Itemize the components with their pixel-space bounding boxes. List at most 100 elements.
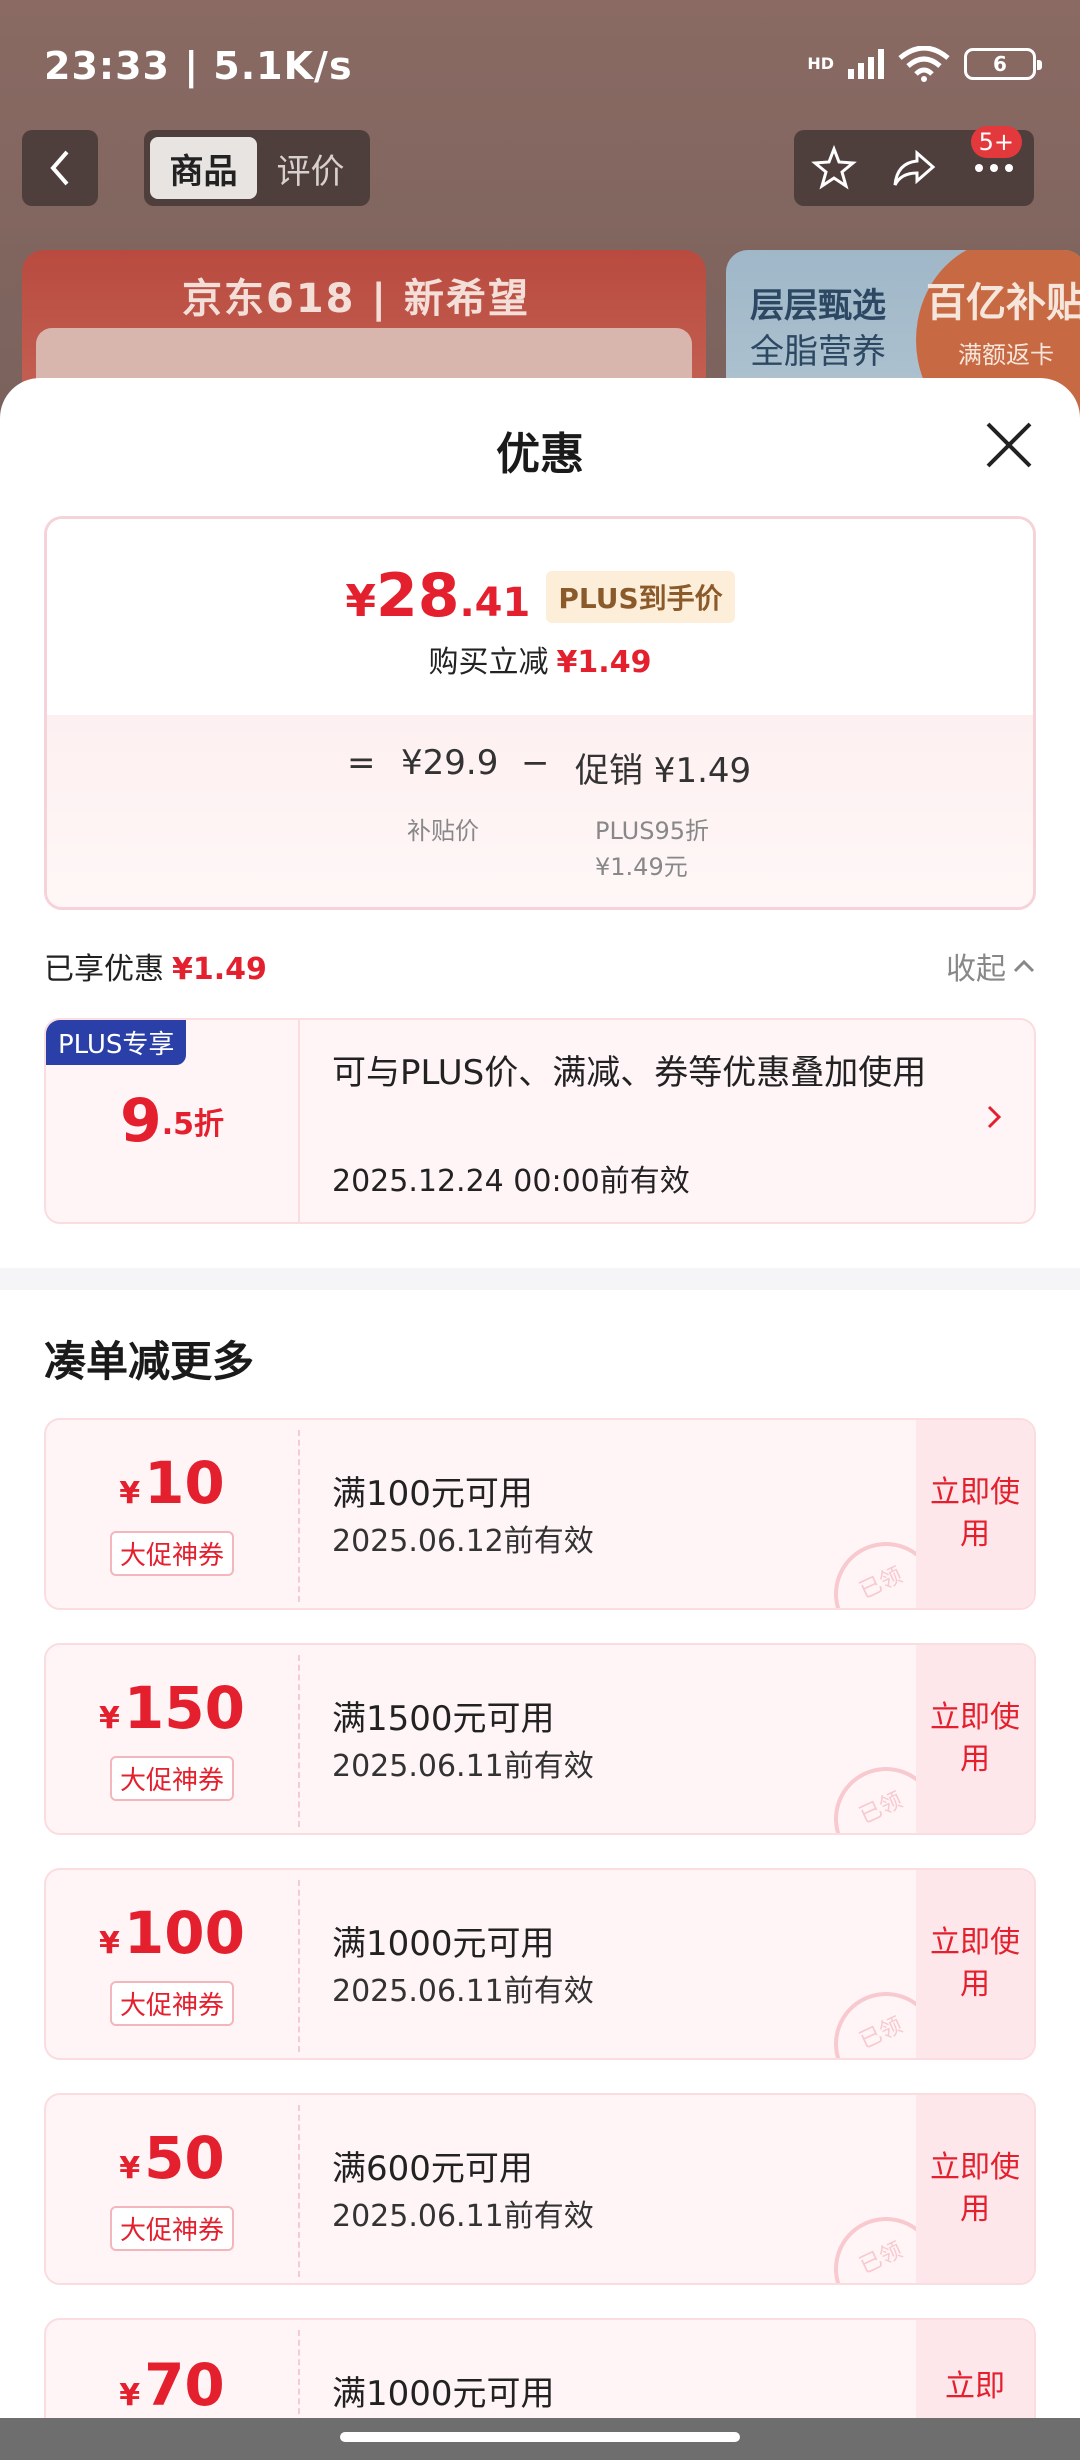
coupon-validity: 2025.06.11前有效: [332, 2199, 594, 2234]
coupon-condition: 满100元可用: [332, 1474, 533, 1514]
discount-sheet: 优惠 ¥28.41 PLUS到手价 购买立减 ¥1.49 = ¥29.9 − 促销…: [0, 378, 1080, 2460]
coupon-validity: 2025.06.12前有效: [332, 1524, 594, 1559]
coupon-yen: ¥: [119, 2151, 141, 2186]
price-formula: = ¥29.9 − 促销 ¥1.49 补贴价 PLUS95折 ¥1.49元: [47, 715, 1033, 907]
section-title-more-discounts: 凑单减更多: [44, 1337, 255, 1386]
wifi-icon: [898, 46, 950, 82]
status-icons: HD 6: [807, 46, 1042, 82]
coupon-amount: ¥50: [119, 2127, 225, 2200]
plus-validity: 2025.12.24 00:00前有效: [332, 1164, 690, 1199]
chevron-up-icon: [1013, 959, 1035, 973]
plus-divider: [298, 1020, 300, 1222]
final-price-decimal: .41: [459, 580, 531, 626]
coupon-amount: ¥70: [119, 2354, 225, 2427]
coupon-value: ¥50 大促神券: [46, 2095, 298, 2283]
plus-price-tag: PLUS到手价: [546, 571, 735, 623]
banner-left-title: 京东618 | 新希望: [182, 276, 530, 322]
section-separator: [0, 1268, 1080, 1290]
coupon-divider: [298, 2105, 300, 2277]
base-price-label: 补贴价: [407, 817, 479, 845]
instant-discount-value: ¥1.49: [556, 645, 652, 680]
sheet-title: 优惠: [496, 429, 584, 480]
formula-minus: −: [521, 743, 550, 783]
coupon-validity: 2025.06.11前有效: [332, 1749, 594, 1784]
enjoyed-discount-row: 已享优惠 ¥1.49 收起: [44, 938, 1036, 988]
use-now-button[interactable]: 立即使用: [916, 1870, 1034, 2058]
coupon-amount-value: 70: [144, 2351, 225, 2419]
subsidy-tag-sub: 满额返卡: [958, 341, 1054, 369]
use-now-button[interactable]: 立即使用: [916, 2095, 1034, 2283]
coupon-amount: ¥150: [99, 1677, 245, 1750]
coupon-badge: 大促神券: [109, 2206, 234, 2251]
coupon-value: ¥150 大促神券: [46, 1645, 298, 1833]
chevron-left-icon: [50, 150, 69, 186]
final-price-row: ¥28.41 PLUS到手价: [47, 561, 1033, 631]
home-bar: [340, 2432, 740, 2442]
status-time: 23:33 | 5.1K/s: [44, 44, 353, 88]
coupon-divider: [298, 1880, 300, 2052]
use-now-button[interactable]: 立即使用: [916, 1420, 1034, 1608]
plus-discount-small: .5折: [161, 1107, 225, 1142]
tab-reviews[interactable]: 评价: [257, 137, 364, 199]
coupon-condition: 满1000元可用: [332, 1924, 555, 1964]
nav-actions: 5+: [794, 126, 1034, 206]
formula-equals: =: [347, 743, 376, 783]
promo-label-amount: ¥1.49元: [595, 853, 688, 881]
coupon-value: ¥100 大促神券: [46, 1870, 298, 2058]
use-now-button[interactable]: 立即使用: [916, 1645, 1034, 1833]
final-price-integer: 28: [375, 561, 460, 631]
banner-right-line2: 全脂营养: [750, 332, 886, 372]
close-icon[interactable]: [982, 418, 1036, 472]
enjoyed-value: ¥1.49: [172, 952, 267, 987]
top-nav: 商品 评价 5+: [0, 126, 1080, 210]
final-price-yen: ¥: [345, 576, 376, 627]
hd-icon: HD: [807, 54, 834, 73]
price-breakdown: ¥28.41 PLUS到手价 购买立减 ¥1.49 = ¥29.9 − 促销 ¥1…: [44, 516, 1036, 910]
coupon-card[interactable]: ¥100 大促神券 满1000元可用 2025.06.11前有效 已领 立即使用: [44, 1868, 1036, 2060]
coupon-badge: 大促神券: [109, 1756, 234, 1801]
enjoyed-discount: 已享优惠 ¥1.49: [44, 944, 267, 988]
coupon-yen: ¥: [99, 1701, 120, 1736]
tab-switcher: 商品 评价: [144, 130, 370, 206]
coupon-card[interactable]: ¥10 大促神券 满100元可用 2025.06.12前有效 已领 立即使用: [44, 1418, 1036, 1610]
collapse-button[interactable]: 收起: [946, 944, 1036, 988]
status-bar: 23:33 | 5.1K/s HD 6: [0, 0, 1080, 130]
base-price: ¥29.9: [401, 743, 499, 783]
subsidy-tag-text: 百亿补贴: [926, 280, 1080, 326]
chevron-right-icon: [987, 1105, 1002, 1129]
signal-icon: [848, 49, 884, 79]
home-indicator[interactable]: [0, 2418, 1080, 2460]
collapse-label: 收起: [946, 952, 1006, 987]
tab-product[interactable]: 商品: [150, 137, 257, 199]
battery-icon: 6: [964, 48, 1042, 80]
coupon-badge: 大促神券: [109, 1531, 234, 1576]
coupon-yen: ¥: [99, 1926, 120, 1961]
enjoyed-label: 已享优惠: [44, 952, 164, 987]
coupon-divider: [298, 1430, 300, 1602]
coupon-yen: ¥: [119, 2378, 141, 2413]
coupon-value: ¥10 大促神券: [46, 1420, 298, 1608]
promo-amount: 促销 ¥1.49: [575, 751, 752, 791]
coupon-condition: 满600元可用: [332, 2149, 533, 2189]
coupon-amount-value: 100: [123, 1899, 245, 1967]
plus-description: 可与PLUS价、满减、券等优惠叠加使用: [332, 1053, 927, 1093]
plus-discount-card[interactable]: 9.5折 PLUS专享 可与PLUS价、满减、券等优惠叠加使用 2025.12.…: [44, 1018, 1036, 1224]
coupon-divider: [298, 1655, 300, 1827]
back-button[interactable]: [22, 130, 98, 206]
coupon-amount-value: 150: [123, 1674, 245, 1742]
coupon-condition: 满1500元可用: [332, 1699, 555, 1739]
coupon-validity: 2025.06.11前有效: [332, 1974, 594, 2009]
coupon-condition: 满1000元可用: [332, 2374, 555, 2414]
instant-discount-label: 购买立减: [428, 645, 549, 680]
coupon-amount-value: 10: [144, 1449, 225, 1517]
coupon-card[interactable]: ¥150 大促神券 满1500元可用 2025.06.11前有效 已领 立即使用: [44, 1643, 1036, 1835]
coupon-amount-value: 50: [144, 2124, 225, 2192]
coupon-card[interactable]: ¥50 大促神券 满600元可用 2025.06.11前有效 已领 立即使用: [44, 2093, 1036, 2285]
share-icon[interactable]: [891, 145, 937, 191]
star-icon[interactable]: [811, 145, 857, 191]
banner-right-line1: 层层甄选: [750, 286, 886, 326]
coupon-amount: ¥100: [99, 1902, 245, 1975]
plus-discount-big: 9: [119, 1086, 162, 1156]
battery-level: 6: [993, 52, 1007, 76]
final-price: ¥28.41: [345, 561, 530, 631]
